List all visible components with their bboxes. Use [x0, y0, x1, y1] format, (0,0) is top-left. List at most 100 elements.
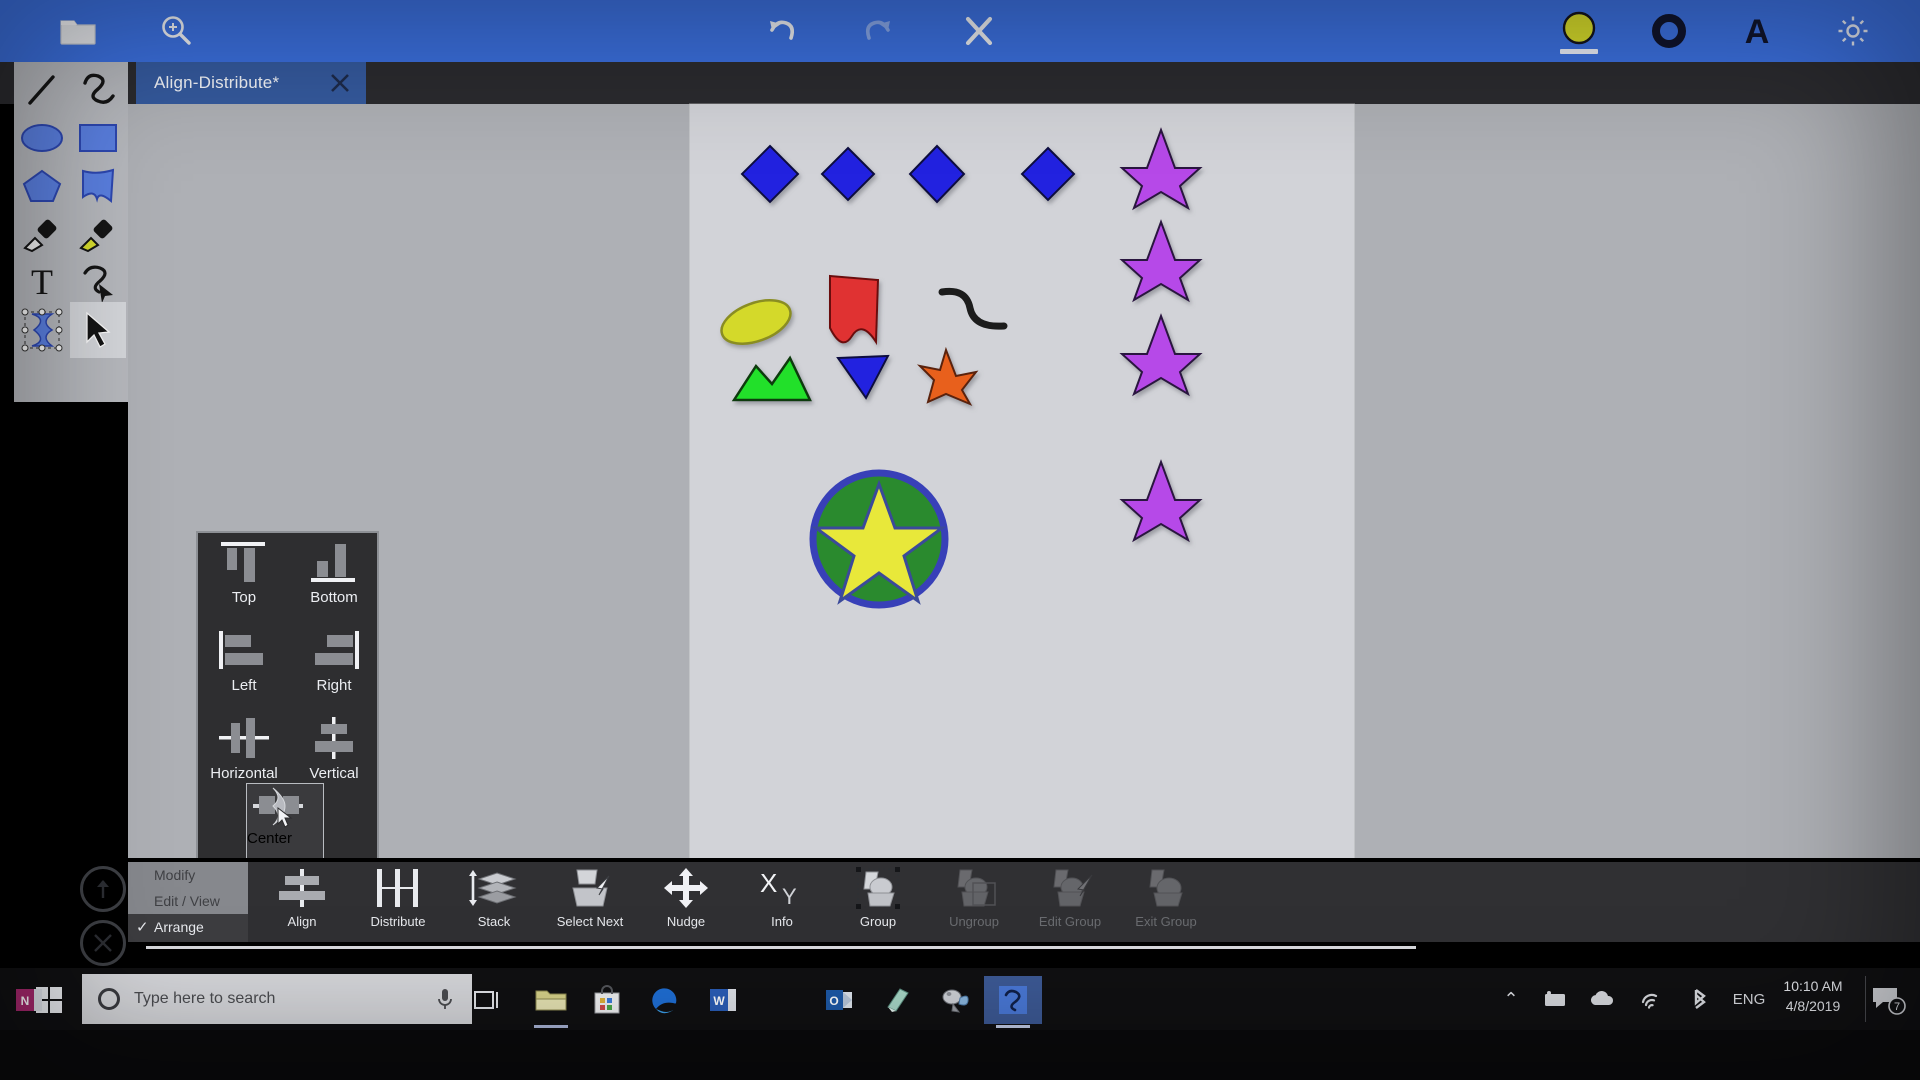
- align-center-label: Center: [247, 830, 293, 847]
- group-button[interactable]: Group: [830, 862, 926, 942]
- removable-media-icon[interactable]: [1540, 984, 1570, 1014]
- svg-text:W: W: [713, 994, 725, 1008]
- select-next-button[interactable]: Select Next: [542, 862, 638, 942]
- outline-icon[interactable]: [1638, 0, 1700, 62]
- file-explorer-icon[interactable]: [522, 976, 580, 1024]
- svg-text:N: N: [21, 994, 30, 1008]
- svg-text:7: 7: [1894, 1001, 1900, 1013]
- edit-group-button: Edit Group: [1022, 862, 1118, 942]
- wifi-icon[interactable]: [1636, 984, 1666, 1014]
- align-right-button[interactable]: Right: [290, 625, 378, 709]
- close-icon[interactable]: [328, 71, 352, 95]
- align-icon: [254, 862, 350, 914]
- select-next-label: Select Next: [556, 914, 624, 929]
- diamond-2: [820, 146, 876, 202]
- svg-text:A: A: [1745, 13, 1770, 51]
- language-indicator[interactable]: ENG: [1726, 984, 1772, 1014]
- info-label: Info: [771, 914, 793, 929]
- align-left-label: Left: [231, 677, 257, 694]
- ribbon-mode-menu: Modify Edit / View ✓ Arrange: [128, 862, 248, 942]
- star-purple-3: [1119, 313, 1203, 397]
- ribbon-mode-arrange[interactable]: ✓ Arrange: [128, 914, 248, 940]
- fill-color-icon[interactable]: [1548, 0, 1610, 62]
- diamond-1: [740, 144, 800, 204]
- zigzag-green: [731, 355, 812, 402]
- svg-text:O: O: [829, 994, 838, 1008]
- align-left-icon: [200, 625, 288, 673]
- align-horizontal-label: Horizontal: [210, 765, 278, 782]
- text-style-icon[interactable]: A: [1726, 0, 1788, 62]
- search-input[interactable]: Type here to search: [82, 974, 472, 1024]
- align-top-button[interactable]: Top: [200, 537, 288, 621]
- outlook-icon[interactable]: O: [810, 976, 868, 1024]
- microsoft-store-icon[interactable]: [578, 976, 636, 1024]
- desktop-screen: A Align-Distribute* T Top Bottom Left Ri…: [0, 0, 1920, 1080]
- align-center-button[interactable]: Center: [246, 783, 324, 861]
- taskbar-inner: Type here to search W N O ⌃ ENG 10:10 AM…: [0, 968, 1920, 1030]
- open-file-icon[interactable]: [42, 0, 114, 62]
- ungroup-label: Ungroup: [949, 914, 999, 929]
- settings-gear-icon[interactable]: [1822, 0, 1884, 62]
- select-next-icon: [542, 862, 638, 914]
- onedrive-icon[interactable]: [1586, 984, 1618, 1014]
- clock[interactable]: 10:10 AM 4/8/2019: [1770, 976, 1856, 1016]
- check-icon: ✓: [136, 919, 149, 936]
- action-center-icon[interactable]: 7: [1870, 984, 1906, 1016]
- drawing-canvas[interactable]: [690, 104, 1354, 858]
- transform-tool[interactable]: [14, 302, 70, 358]
- cancel-button[interactable]: [80, 920, 126, 966]
- exit-group-label: Exit Group: [1135, 914, 1197, 929]
- align-top-icon: [200, 537, 288, 585]
- nudge-label: Nudge: [666, 914, 706, 929]
- drawing-app-icon[interactable]: [984, 976, 1042, 1024]
- triangle-blue: [836, 354, 890, 400]
- star-purple-4: [1119, 459, 1203, 543]
- zoom-in-icon[interactable]: [140, 0, 212, 62]
- tab-align-distribute[interactable]: Align-Distribute*: [136, 62, 366, 104]
- clock-time: 10:10 AM: [1783, 978, 1843, 994]
- work-area[interactable]: [128, 104, 1920, 858]
- distribute-label: Distribute: [370, 914, 426, 929]
- stack-icon: [446, 862, 542, 914]
- redo-icon: [848, 0, 910, 62]
- info-button[interactable]: X Y Info: [734, 862, 830, 942]
- align-button[interactable]: Align: [254, 862, 350, 942]
- task-view-button[interactable]: [462, 980, 510, 1020]
- up-level-button[interactable]: [80, 866, 126, 912]
- stack-label: Stack: [477, 914, 511, 929]
- onenote-icon[interactable]: N: [0, 976, 58, 1024]
- svg-text:X: X: [760, 868, 777, 898]
- squiggle-black: [938, 287, 1008, 330]
- ribbon-mode-modify[interactable]: Modify: [128, 862, 248, 888]
- undo-icon[interactable]: [750, 0, 812, 62]
- align-center-icon: [247, 784, 323, 830]
- microphone-icon[interactable]: [436, 987, 454, 1011]
- edge-icon[interactable]: [636, 976, 694, 1024]
- edit-group-label: Edit Group: [1038, 914, 1102, 929]
- select-tool[interactable]: [70, 302, 126, 358]
- distribute-button[interactable]: Distribute: [350, 862, 446, 942]
- banner-red: [829, 274, 880, 346]
- exit-group-button: Exit Group: [1118, 862, 1214, 942]
- publisher-icon[interactable]: [868, 976, 926, 1024]
- ribbon-mode-edit-view[interactable]: Edit / View: [128, 888, 248, 914]
- stack-button[interactable]: Stack: [446, 862, 542, 942]
- show-hidden-icons[interactable]: ⌃: [1498, 984, 1524, 1014]
- distribute-icon: [350, 862, 446, 914]
- align-bottom-button[interactable]: Bottom: [290, 537, 378, 621]
- align-flyout-panel: Top Bottom Left Right Horizontal Vertica…: [196, 531, 379, 864]
- star-purple-1: [1119, 127, 1203, 211]
- align-left-button[interactable]: Left: [200, 625, 288, 709]
- fill-color-selected-underline: [1560, 49, 1598, 54]
- nudge-button[interactable]: Nudge: [638, 862, 734, 942]
- bluetooth-icon[interactable]: [1684, 984, 1714, 1014]
- edit-group-icon: [1022, 862, 1118, 914]
- close-icon[interactable]: [948, 0, 1010, 62]
- horizontal-scrollbar[interactable]: [146, 946, 1416, 949]
- ribbon-strip: Modify Edit / View ✓ Arrange Align Distr…: [128, 862, 1920, 942]
- circle-star-group: [809, 469, 949, 609]
- paint3d-icon[interactable]: [926, 976, 984, 1024]
- cortana-circle-icon: [96, 986, 122, 1012]
- word-icon[interactable]: W: [694, 976, 752, 1024]
- align-label: Align: [287, 914, 317, 929]
